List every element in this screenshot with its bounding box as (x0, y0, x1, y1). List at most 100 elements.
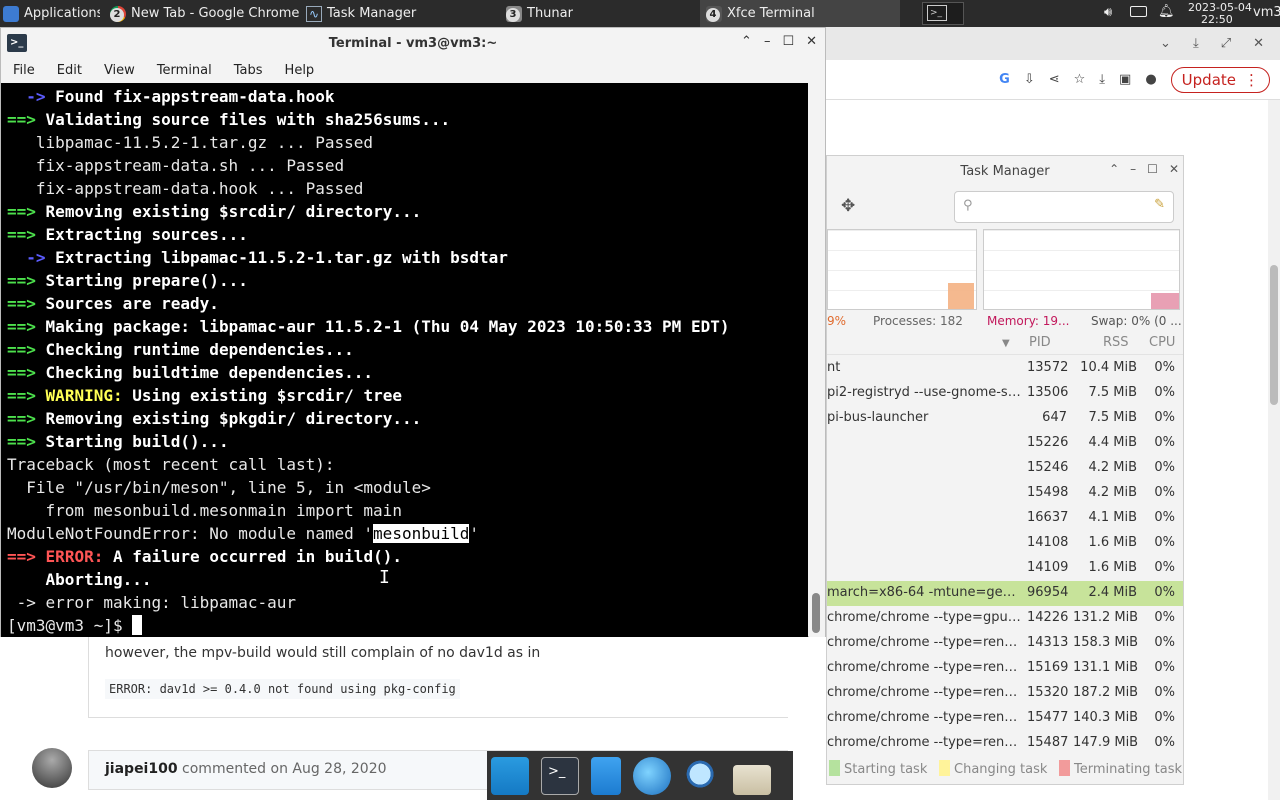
cpu-graph (827, 229, 977, 310)
comment-meta[interactable]: commented on Aug 28, 2020 (182, 761, 386, 777)
terminal-icon[interactable]: >_ (541, 756, 579, 795)
process-row[interactable]: 15498 4.2 MiB 0% (827, 481, 1183, 506)
download-icon[interactable]: ⤓ (1099, 72, 1105, 87)
menu-edit[interactable]: Edit (57, 63, 82, 78)
process-row[interactable]: 16637 4.1 MiB 0% (827, 506, 1183, 531)
scrollbar-thumb[interactable] (1270, 265, 1278, 405)
avatar[interactable] (32, 748, 72, 788)
process-name: chrome/chrome --type=gpu-proc... (827, 610, 1021, 625)
comment-text: however, the mpv-build would still compl… (105, 645, 541, 661)
side-panel-icon[interactable]: ▣ (1119, 72, 1131, 87)
process-row[interactable]: pi-bus-launcher 647 7.5 MiB 0% (827, 406, 1183, 431)
terminal-prompt-line[interactable]: [vm3@vm3 ~]$ (7, 614, 143, 637)
process-rss: 131.2 MiB (1073, 610, 1139, 625)
process-row[interactable]: chrome/chrome --type=renderer ... 14313 15… (827, 631, 1183, 656)
file-manager-icon[interactable] (591, 756, 621, 795)
process-row[interactable]: nt 13572 10.4 MiB 0% (827, 356, 1183, 381)
process-row[interactable]: chrome/chrome --type=renderer ... 15477 14… (827, 706, 1183, 731)
install-icon[interactable]: ⇩ (1024, 72, 1035, 87)
taskbar-button-label: Thunar (527, 6, 573, 21)
menu-help[interactable]: Help (285, 63, 315, 78)
update-button[interactable]: Update ⋮ (1170, 66, 1270, 93)
crosshair-icon[interactable]: ✥ (841, 196, 855, 216)
clock-time[interactable]: 22:50 (1201, 13, 1233, 26)
process-row[interactable]: march=x86-64 -mtune=generi... 96954 2.4 Mi… (827, 581, 1183, 606)
process-row[interactable]: chrome/chrome --type=gpu-proc... 14226 131… (827, 606, 1183, 631)
process-row[interactable]: pi2-registryd --use-gnome-ses... 13506 7.5… (827, 381, 1183, 406)
process-rss: 140.3 MiB (1073, 710, 1139, 725)
share-icon[interactable]: ⋖ (1049, 72, 1060, 87)
taskbar-button-thunar[interactable]: 3 Thunar (500, 0, 700, 27)
minimize-icon[interactable]: ⤓ (1193, 36, 1199, 51)
profile-icon[interactable]: ● (1145, 72, 1156, 87)
notification-bell-icon[interactable]: 🔔︎ (1158, 4, 1175, 19)
taskbar-button-chrome[interactable]: 2 New Tab - Google Chrome (104, 0, 299, 27)
process-row[interactable]: 15226 4.4 MiB 0% (827, 431, 1183, 456)
process-rss: 4.2 MiB (1088, 460, 1137, 475)
window-count-badge: 4 (706, 7, 720, 22)
minimize-icon[interactable]: – (1130, 162, 1136, 176)
terminal-line: ==> Starting build()... (7, 430, 229, 453)
google-icon[interactable]: G (999, 72, 1010, 87)
applications-menu[interactable]: Applications (0, 0, 100, 27)
page-scrollbar[interactable] (1268, 100, 1280, 800)
process-row[interactable]: 14108 1.6 MiB 0% (827, 531, 1183, 556)
terminal-scrollbar[interactable] (809, 83, 825, 637)
chevron-up-icon[interactable]: ⌃ (741, 34, 752, 49)
column-pid[interactable]: PID (1029, 335, 1051, 350)
show-desktop-icon[interactable] (491, 756, 529, 795)
user-name[interactable]: vm3 (1253, 5, 1280, 20)
taskbar-button-terminal[interactable]: 4 Xfce Terminal (700, 0, 900, 27)
column-cpu[interactable]: CPU (1149, 335, 1175, 350)
menu-terminal[interactable]: Terminal (157, 63, 212, 78)
bookmark-star-icon[interactable]: ☆ (1074, 72, 1086, 87)
process-row[interactable]: chrome/chrome --type=renderer ... 15169 13… (827, 656, 1183, 681)
search-icon[interactable] (683, 756, 721, 795)
close-icon[interactable]: ✕ (1169, 162, 1179, 176)
restore-icon[interactable]: ⤢ (1221, 36, 1231, 51)
terminal-titlebar[interactable]: >_ Terminal - vm3@vm3:~ ⌃ – ☐ ✕ (1, 28, 825, 58)
search-input[interactable]: ⚲ ✎ (954, 191, 1174, 223)
taskbar-button-task-manager[interactable]: ∿ Task Manager (300, 0, 498, 27)
workspace-switcher[interactable]: >_ (922, 2, 964, 25)
terminal-line: ==> Checking runtime dependencies... (7, 338, 354, 361)
terminal-line: ==> Removing existing $pkgdir/ directory… (7, 407, 421, 430)
workspace-terminal-icon: >_ (927, 5, 947, 21)
chevron-up-icon[interactable]: ⌃ (1109, 162, 1119, 176)
menu-view[interactable]: View (104, 63, 135, 78)
process-cpu: 0% (1154, 660, 1175, 675)
folder-icon[interactable] (733, 764, 771, 795)
process-row[interactable]: chrome/chrome --type=renderer ... 15320 18… (827, 681, 1183, 706)
volume-icon[interactable]: 🔊︎ (1104, 5, 1112, 20)
cpu-usage-spike (948, 283, 974, 309)
maximize-icon[interactable]: ☐ (782, 34, 794, 49)
process-name: chrome/chrome --type=renderer ... (827, 735, 1021, 750)
close-icon[interactable]: ✕ (806, 34, 817, 49)
web-browser-icon[interactable] (633, 756, 671, 795)
maximize-icon[interactable]: ☐ (1147, 162, 1158, 176)
process-cpu: 0% (1154, 385, 1175, 400)
legend-starting: Starting task (829, 760, 927, 777)
menu-tabs[interactable]: Tabs (234, 63, 263, 78)
process-rss: 4.1 MiB (1088, 510, 1137, 525)
process-row[interactable]: 15246 4.2 MiB 0% (827, 456, 1183, 481)
commenter-name[interactable]: jiapei100 (105, 761, 178, 777)
terminal-line: ==> Validating source files with sha256s… (7, 108, 450, 131)
process-row[interactable]: 14109 1.6 MiB 0% (827, 556, 1183, 581)
selected-text[interactable]: mesonbuild (373, 524, 470, 543)
applications-label: Applications (24, 6, 100, 21)
terminal-output[interactable]: -> Found fix-appstream-data.hook ==> Val… (1, 83, 808, 637)
terminal-line: ==> Making package: libpamac-aur 11.5.2-… (7, 315, 729, 338)
clear-icon[interactable]: ✎ (1154, 197, 1165, 212)
window-title: Terminal - vm3@vm3:~ (328, 35, 498, 51)
minimize-icon[interactable]: – (764, 34, 771, 49)
scrollbar-thumb[interactable] (812, 593, 820, 633)
process-row[interactable]: chrome/chrome --type=renderer ... 15487 14… (827, 731, 1183, 756)
column-rss[interactable]: RSS (1103, 335, 1129, 350)
menu-file[interactable]: File (13, 63, 35, 78)
close-icon[interactable]: ✕ (1253, 36, 1264, 51)
task-manager-titlebar[interactable]: Task Manager ⌃ – ☐ ✕ (827, 156, 1183, 186)
battery-icon[interactable] (1130, 6, 1147, 17)
sort-chevron-icon[interactable]: ▼ (1002, 338, 1010, 349)
chevron-down-icon[interactable]: ⌄ (1160, 36, 1171, 51)
